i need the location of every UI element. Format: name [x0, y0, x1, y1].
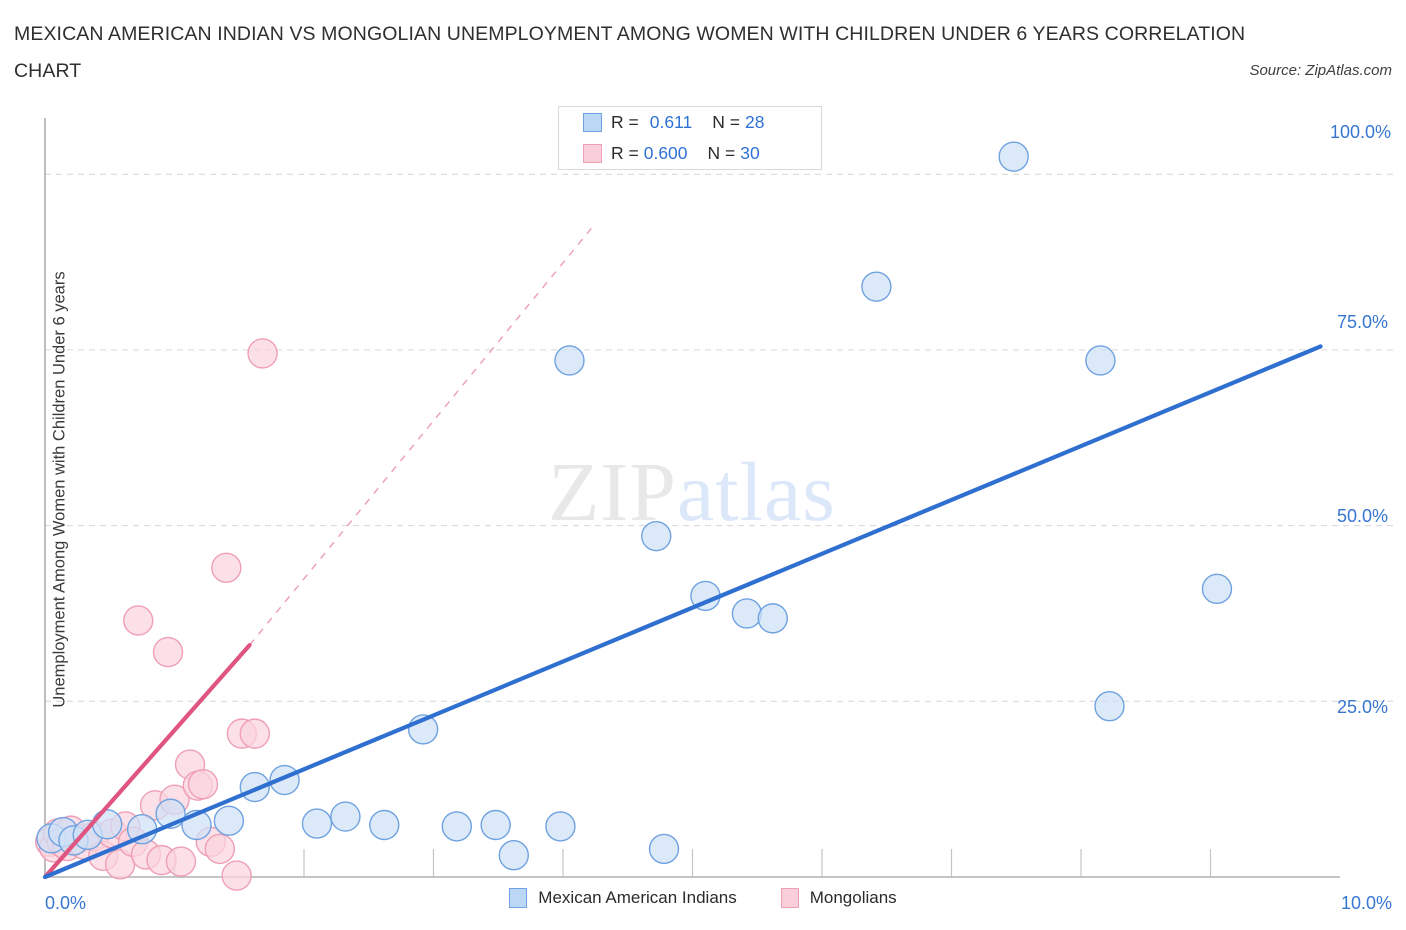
trendline-dashed-extension [249, 222, 596, 646]
y-tick-label-100: 100.0% [1330, 122, 1392, 142]
legend-swatch-mongolians [780, 888, 799, 908]
y-tick-label-75: 75.0% [1337, 312, 1389, 332]
mexican-american-indians-points-group [36, 141, 1233, 871]
data-point[interactable] [861, 271, 892, 302]
x-tick-marks-group [173, 849, 1212, 877]
mongolians-trendline-extension [249, 222, 596, 646]
data-point[interactable] [330, 801, 361, 832]
data-point[interactable] [554, 345, 585, 376]
data-point[interactable] [545, 811, 576, 842]
data-point[interactable] [1094, 691, 1125, 722]
gridlines-group [45, 173, 1398, 702]
stats-r-label-blue: R = [611, 112, 639, 132]
legend-label-mongolians: Mongolians [809, 888, 897, 907]
stats-n-label-blue: N = [712, 112, 740, 132]
data-point[interactable] [757, 603, 788, 634]
data-point[interactable] [123, 605, 154, 636]
data-point[interactable] [498, 840, 529, 871]
stats-r-value-blue: 0.611 [649, 112, 693, 132]
stats-swatch-mongolians [583, 144, 602, 163]
series-legend: Mexican American Indians Mongolians [0, 888, 1406, 908]
mexican-american-indians-trendline [42, 344, 1323, 880]
data-point[interactable] [165, 846, 197, 877]
legend-label-mexican-american-indians: Mexican American Indians [538, 888, 737, 907]
data-point[interactable] [152, 636, 184, 668]
data-point[interactable] [731, 598, 763, 629]
data-point[interactable] [1201, 573, 1233, 605]
stats-r-value-pink: 0.600 [643, 143, 688, 163]
data-point[interactable] [247, 338, 278, 369]
data-point[interactable] [204, 833, 236, 865]
stats-n-value-pink: 30 [740, 143, 760, 163]
stats-r-label-pink: R = [611, 143, 639, 163]
correlation-stats-box: R = 0.611 N = 28 R = 0.600 N = 30 [558, 106, 822, 170]
stats-n-label-pink: N = [707, 143, 736, 163]
data-point[interactable] [221, 860, 252, 891]
y-tick-label-25: 25.0% [1337, 697, 1389, 717]
data-point[interactable] [187, 769, 219, 800]
stats-row-blue: R = 0.611 N = 28 [559, 107, 821, 138]
mongolians-points-group [34, 338, 278, 891]
y-axis-title: Unemployment Among Women with Children U… [50, 271, 69, 708]
legend-item-mexican-american-indians[interactable]: Mexican American Indians [509, 888, 737, 908]
y-tick-label-50: 50.0% [1337, 506, 1389, 526]
data-point[interactable] [480, 809, 511, 841]
stats-row-pink: R = 0.600 N = 30 [559, 138, 821, 169]
stats-n-value-blue: 28 [744, 112, 765, 132]
data-point[interactable] [998, 141, 1029, 172]
legend-item-mongolians[interactable]: Mongolians [780, 888, 897, 908]
data-point[interactable] [369, 809, 400, 841]
data-point[interactable] [641, 520, 672, 552]
data-point[interactable] [301, 808, 333, 839]
legend-swatch-mexican-american-indians [509, 888, 528, 908]
data-point[interactable] [211, 552, 242, 583]
data-point[interactable] [91, 809, 123, 840]
data-point[interactable] [1085, 345, 1116, 376]
stats-swatch-mexican-american-indians [583, 113, 602, 132]
data-point[interactable] [213, 805, 245, 836]
chart-page: MEXICAN AMERICAN INDIAN VS MONGOLIAN UNE… [0, 0, 1406, 930]
data-point[interactable] [239, 718, 270, 749]
trendline-solid [42, 344, 1323, 880]
data-point[interactable] [648, 833, 680, 865]
data-point[interactable] [441, 811, 473, 842]
